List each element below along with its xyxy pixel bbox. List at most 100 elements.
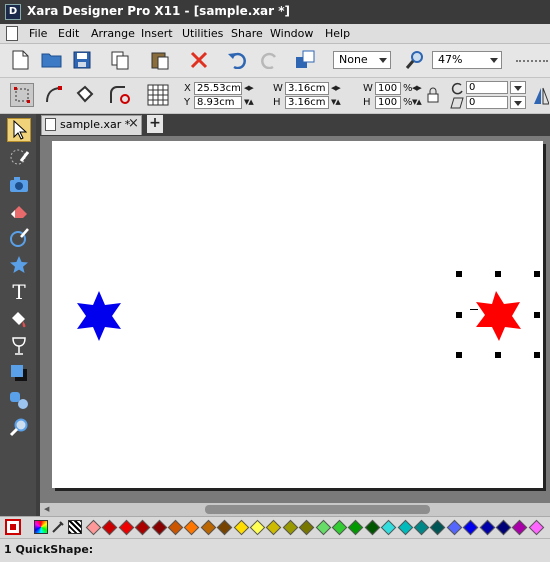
menu-file[interactable]: File — [29, 27, 47, 40]
selection-handle[interactable] — [495, 352, 501, 358]
flip-icon[interactable] — [532, 84, 550, 108]
colour-swatch[interactable] — [298, 519, 315, 536]
red-star-shape[interactable] — [472, 289, 526, 343]
text-tool-icon[interactable]: T — [7, 280, 31, 304]
colour-swatch[interactable] — [134, 519, 151, 536]
colour-swatch[interactable] — [216, 519, 233, 536]
fill-tool-icon[interactable] — [7, 307, 31, 331]
colour-swatch[interactable] — [397, 519, 413, 536]
new-document-icon[interactable] — [8, 48, 32, 72]
selection-handle[interactable] — [534, 312, 540, 318]
menu-help[interactable]: Help — [325, 27, 350, 40]
selection-handle[interactable] — [534, 352, 540, 358]
paste-icon[interactable] — [148, 48, 172, 72]
quality-select[interactable]: None — [333, 51, 391, 69]
height-field[interactable]: 3.16cm — [285, 96, 329, 109]
menu-window[interactable]: Window — [270, 27, 313, 40]
document-page[interactable] — [52, 141, 543, 488]
colour-swatch[interactable] — [331, 519, 348, 536]
selection-handle[interactable] — [534, 271, 540, 277]
open-folder-icon[interactable] — [40, 48, 64, 72]
zoom-icon[interactable] — [403, 48, 427, 72]
x-stepper[interactable]: ◀▶ — [244, 84, 254, 92]
menu-utilities[interactable]: Utilities — [182, 27, 223, 40]
selector-bounds-icon[interactable] — [10, 83, 34, 107]
height-stepper[interactable]: ▼▲ — [331, 98, 341, 106]
colour-swatch[interactable] — [151, 519, 167, 536]
scroll-left-icon[interactable]: ◀ — [44, 505, 49, 513]
colour-swatch[interactable] — [413, 519, 430, 536]
colour-swatch[interactable] — [249, 519, 266, 536]
close-tab-icon[interactable]: × — [128, 116, 139, 131]
eyedropper-icon[interactable] — [51, 520, 65, 534]
zoom-select[interactable]: 47% — [432, 51, 502, 69]
selection-handle[interactable] — [495, 271, 501, 277]
menu-arrange[interactable]: Arrange — [91, 27, 135, 40]
colour-swatch[interactable] — [282, 519, 299, 536]
colour-swatch[interactable] — [348, 519, 364, 536]
fill-handles-icon[interactable] — [72, 83, 96, 107]
menu-share[interactable]: Share — [231, 27, 263, 40]
document-menu-icon[interactable] — [6, 26, 18, 41]
colour-swatch[interactable] — [200, 519, 217, 536]
colour-swatch[interactable] — [364, 519, 381, 536]
delete-icon[interactable] — [187, 48, 211, 72]
shadow-tool-icon[interactable] — [7, 361, 31, 385]
selection-handle[interactable] — [456, 271, 462, 277]
selector-tool-icon[interactable] — [7, 118, 31, 142]
y-position-field[interactable]: 8.93cm — [194, 96, 242, 109]
freehand-tool-icon[interactable] — [7, 145, 31, 169]
colour-swatch[interactable] — [184, 519, 200, 536]
scale-height-stepper[interactable]: ▼▲ — [412, 98, 422, 106]
toolbar-overflow-grip[interactable] — [516, 60, 548, 62]
width-stepper[interactable]: ◀▶ — [331, 84, 341, 92]
colour-swatch[interactable] — [446, 519, 463, 536]
colour-swatch[interactable] — [430, 519, 446, 536]
transform-icon[interactable] — [108, 83, 132, 107]
colour-swatch[interactable] — [528, 519, 545, 536]
colour-swatch[interactable] — [479, 519, 495, 536]
arrange-order-icon[interactable] — [294, 48, 318, 72]
save-icon[interactable] — [70, 48, 94, 72]
colour-swatch[interactable] — [462, 519, 479, 536]
colour-swatch[interactable] — [118, 519, 135, 536]
new-tab-icon[interactable]: + — [147, 115, 163, 133]
scale-width-stepper[interactable]: ◀▶ — [412, 84, 422, 92]
width-field[interactable]: 3.16cm — [285, 82, 329, 95]
blend-tool-icon[interactable] — [7, 388, 31, 412]
pattern-swatch[interactable] — [68, 520, 82, 534]
colour-picker-icon[interactable] — [34, 520, 48, 534]
scale-width-field[interactable]: 100 — [375, 82, 401, 95]
transparency-tool-icon[interactable] — [7, 334, 31, 358]
skew-angle-field[interactable]: 0 — [466, 96, 508, 109]
rotate-angle-dropdown[interactable] — [510, 81, 526, 94]
colour-swatch[interactable] — [167, 519, 184, 536]
colour-swatch[interactable] — [380, 519, 397, 536]
scale-height-field[interactable]: 100 — [375, 96, 401, 109]
app-icon[interactable]: D — [5, 4, 21, 20]
colour-swatch[interactable] — [315, 519, 331, 536]
colour-swatch[interactable] — [495, 519, 512, 536]
undo-icon[interactable] — [225, 48, 249, 72]
menu-edit[interactable]: Edit — [58, 27, 79, 40]
y-stepper[interactable]: ▼▲ — [244, 98, 254, 106]
eraser-tool-icon[interactable] — [7, 199, 31, 223]
copy-icon[interactable] — [108, 48, 132, 72]
redo-icon[interactable] — [258, 48, 282, 72]
grid-icon[interactable] — [146, 83, 170, 107]
photo-tool-icon[interactable] — [7, 172, 31, 196]
rotate-angle-field[interactable]: 0 — [466, 81, 508, 94]
skew-angle-dropdown[interactable] — [510, 96, 526, 109]
x-position-field[interactable]: 25.53cm — [194, 82, 242, 95]
scrollbar-thumb[interactable] — [205, 505, 430, 514]
rotate-handles-icon[interactable] — [42, 83, 66, 107]
colour-swatch[interactable] — [266, 519, 282, 536]
menu-insert[interactable]: Insert — [141, 27, 173, 40]
blue-star-shape[interactable] — [72, 289, 126, 343]
zoom-tool-icon[interactable] — [7, 415, 31, 439]
colour-swatch[interactable] — [512, 519, 528, 536]
contour-tool-icon[interactable] — [7, 226, 31, 250]
colour-swatch[interactable] — [102, 519, 118, 536]
no-colour-swatch[interactable] — [5, 519, 21, 535]
quickshape-tool-icon[interactable] — [7, 253, 31, 277]
